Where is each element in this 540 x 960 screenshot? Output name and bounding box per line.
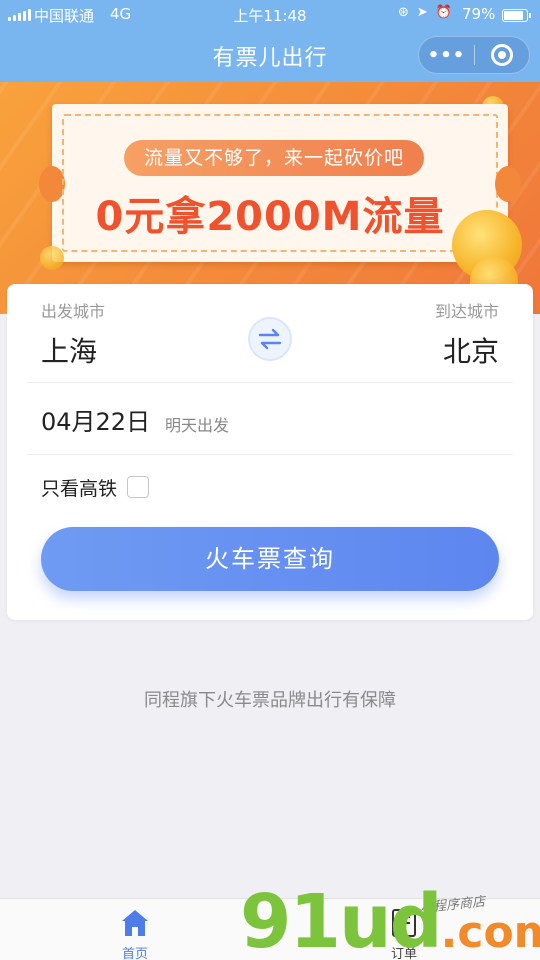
- orientation-lock-icon: ⊛: [398, 5, 409, 20]
- departure-date[interactable]: 04月22日: [41, 402, 150, 437]
- status-time: 上午11:48: [233, 7, 307, 25]
- promo-headline: 0元拿2000M流量: [95, 194, 445, 240]
- close-mini-program-button[interactable]: [475, 44, 529, 66]
- more-menu-button[interactable]: •••: [419, 45, 474, 66]
- departure-date-hint: 明天出发: [165, 416, 230, 435]
- mini-program-capsule: •••: [418, 36, 530, 74]
- status-icons: ⊛ ➤ ⏰: [398, 5, 452, 20]
- promo-ticket: 流量又不够了，来一起砍价吧 0元拿2000M流量: [39, 104, 521, 262]
- promo-tagline: 流量又不够了，来一起砍价吧: [124, 140, 424, 176]
- coin-icon: [40, 246, 64, 270]
- tab-home[interactable]: 首页: [75, 899, 195, 960]
- high-speed-only-checkbox[interactable]: [127, 476, 149, 498]
- target-circle-icon: [490, 44, 513, 66]
- high-speed-only-label: 只看高铁: [41, 478, 118, 500]
- divider: [27, 382, 513, 383]
- battery-percent: 79%: [462, 5, 496, 23]
- navigation-bar: 有票儿出行 •••: [0, 30, 540, 82]
- train-search-card: 出发城市 到达城市 上海 北京 04月22日 明天出发 只看高铁 火车票查询: [7, 284, 533, 620]
- promo-banner[interactable]: 流量又不够了，来一起砍价吧 0元拿2000M流量: [0, 82, 540, 314]
- order-list-icon: [392, 909, 416, 937]
- assurance-note: 同程旗下火车票品牌出行有保障: [144, 690, 396, 711]
- train-ticket-search-button[interactable]: 火车票查询: [41, 527, 499, 591]
- home-icon: [122, 910, 148, 936]
- tab-bar: 首页 订单: [0, 898, 540, 960]
- swap-arrows-icon: [258, 328, 282, 350]
- tab-orders-label: 订单: [390, 947, 417, 960]
- alarm-icon: ⏰: [435, 5, 452, 20]
- swap-cities-button[interactable]: [248, 317, 292, 361]
- battery-icon: [502, 9, 531, 22]
- arrival-city-label: 到达城市: [434, 302, 499, 321]
- tab-home-label: 首页: [121, 947, 148, 960]
- departure-city-label: 出发城市: [41, 302, 106, 321]
- arrival-city[interactable]: 北京: [443, 330, 499, 370]
- location-arrow-icon: ➤: [416, 5, 428, 20]
- divider: [27, 454, 513, 455]
- departure-city[interactable]: 上海: [41, 330, 97, 370]
- status-bar: 中国联通 4G 上午11:48 ⊛ ➤ ⏰ 79%: [0, 0, 540, 30]
- tab-orders[interactable]: 订单: [344, 899, 464, 960]
